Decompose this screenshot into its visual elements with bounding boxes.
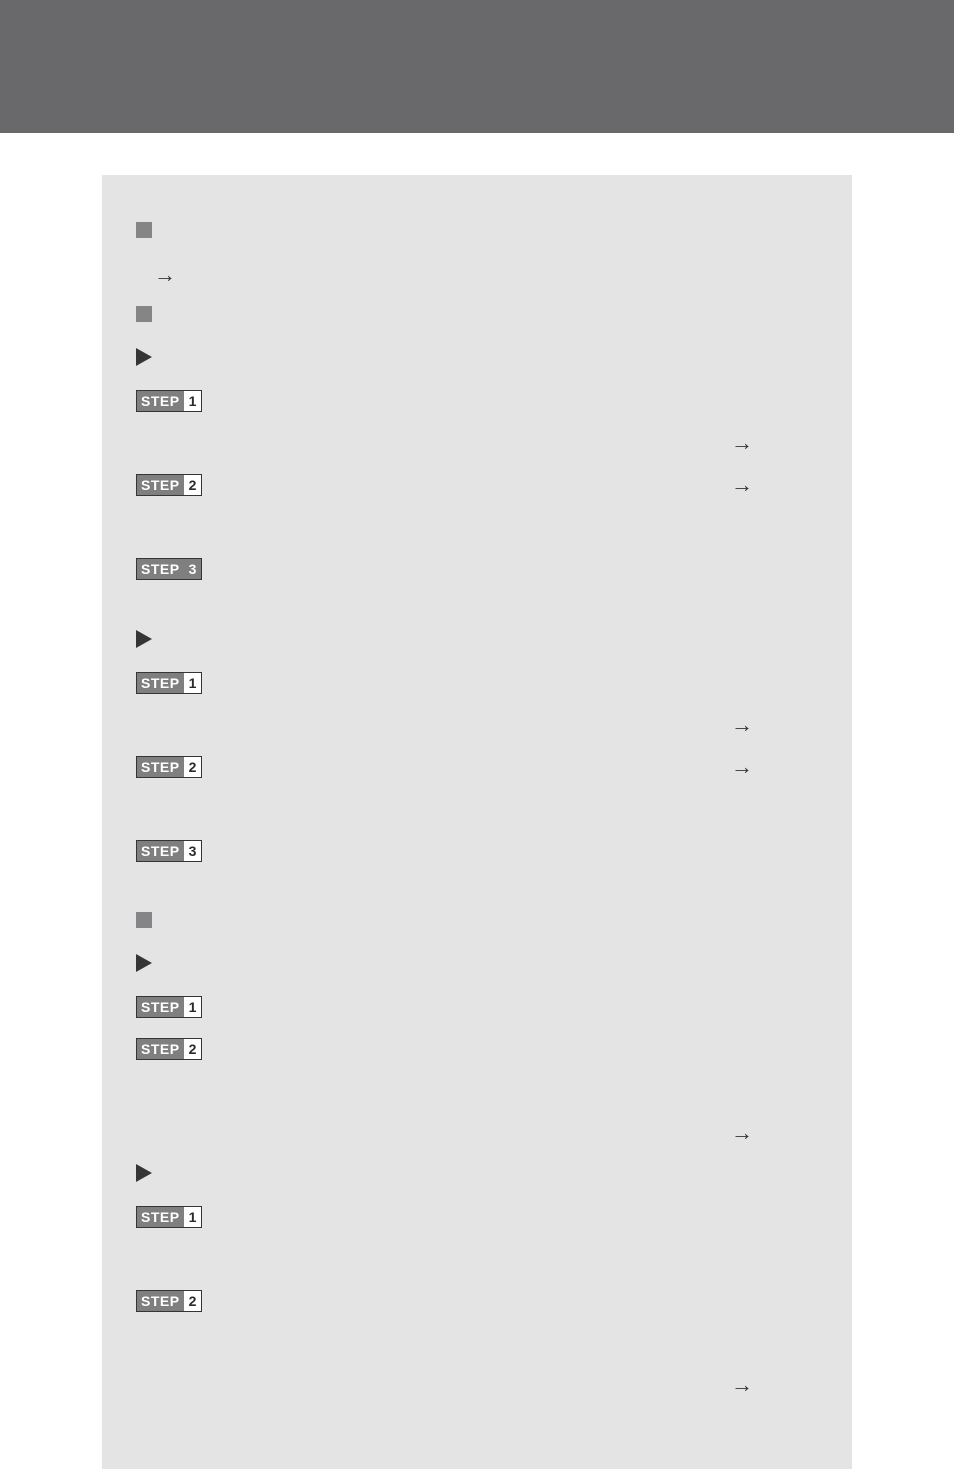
step-number: 1	[184, 1207, 202, 1227]
step-label: STEP	[137, 475, 184, 495]
step-label: STEP	[137, 1291, 184, 1311]
content-row: →	[136, 1120, 818, 1154]
step-badge: STEP3	[136, 558, 202, 580]
arrow-right-icon: →	[731, 1120, 753, 1146]
step-badge: STEP1	[136, 390, 202, 412]
triangle-play-icon	[136, 348, 152, 366]
step-number: 2	[184, 1291, 202, 1311]
content-row	[136, 796, 818, 830]
content-row: STEP3	[136, 838, 818, 872]
step-label: STEP	[137, 1039, 184, 1059]
step-badge: STEP2	[136, 1290, 202, 1312]
content-row: →	[136, 1372, 818, 1406]
step-badge: STEP1	[136, 996, 202, 1018]
step-badge: STEP2	[136, 756, 202, 778]
content-row: STEP2	[136, 1288, 818, 1322]
square-bullet-icon	[136, 306, 152, 322]
content-row: STEP1	[136, 1204, 818, 1238]
step-number: 3	[184, 559, 202, 579]
step-number: 2	[184, 1039, 202, 1059]
step-label: STEP	[137, 559, 184, 579]
content-row: STEP1	[136, 670, 818, 704]
content-row	[136, 1078, 818, 1112]
content-row	[136, 304, 818, 338]
content-row	[136, 628, 818, 662]
content-row: →	[136, 430, 818, 464]
triangle-play-icon	[136, 1164, 152, 1182]
step-badge: STEP1	[136, 1206, 202, 1228]
content-row: →	[136, 262, 818, 296]
header-band	[0, 0, 954, 133]
content-row: →	[136, 712, 818, 746]
content-row: STEP2 →	[136, 472, 818, 506]
step-number: 1	[184, 673, 202, 693]
content-row: STEP2	[136, 1036, 818, 1070]
arrow-right-icon: →	[731, 1372, 753, 1398]
content-row	[136, 346, 818, 380]
step-number: 3	[184, 841, 202, 861]
arrow-right-icon: →	[731, 754, 753, 780]
step-label: STEP	[137, 997, 184, 1017]
content-row	[136, 1330, 818, 1364]
content-row: STEP1	[136, 388, 818, 422]
content-row	[136, 1162, 818, 1196]
arrow-right-icon: →	[136, 264, 176, 286]
content-row	[136, 514, 818, 548]
content-row: STEP3	[136, 556, 818, 590]
content-card: →STEP1→STEP2→STEP3STEP1→STEP2→STEP3STEP1…	[102, 175, 852, 1469]
step-label: STEP	[137, 673, 184, 693]
step-number: 1	[184, 391, 202, 411]
step-label: STEP	[137, 1207, 184, 1227]
step-badge: STEP1	[136, 672, 202, 694]
step-number: 2	[184, 475, 202, 495]
content-row: STEP1	[136, 994, 818, 1028]
step-badge: STEP2	[136, 1038, 202, 1060]
content-row	[136, 952, 818, 986]
square-bullet-icon	[136, 222, 152, 238]
step-badge: STEP3	[136, 840, 202, 862]
step-number: 2	[184, 757, 202, 777]
step-label: STEP	[137, 757, 184, 777]
step-label: STEP	[137, 841, 184, 861]
step-label: STEP	[137, 391, 184, 411]
arrow-right-icon: →	[731, 430, 753, 456]
triangle-play-icon	[136, 630, 152, 648]
step-badge: STEP2	[136, 474, 202, 496]
content-row	[136, 220, 818, 254]
square-bullet-icon	[136, 912, 152, 928]
content-row: STEP2 →	[136, 754, 818, 788]
arrow-right-icon: →	[731, 472, 753, 498]
content-row	[136, 910, 818, 944]
arrow-right-icon: →	[731, 712, 753, 738]
triangle-play-icon	[136, 954, 152, 972]
content-row	[136, 1246, 818, 1280]
step-number: 1	[184, 997, 202, 1017]
